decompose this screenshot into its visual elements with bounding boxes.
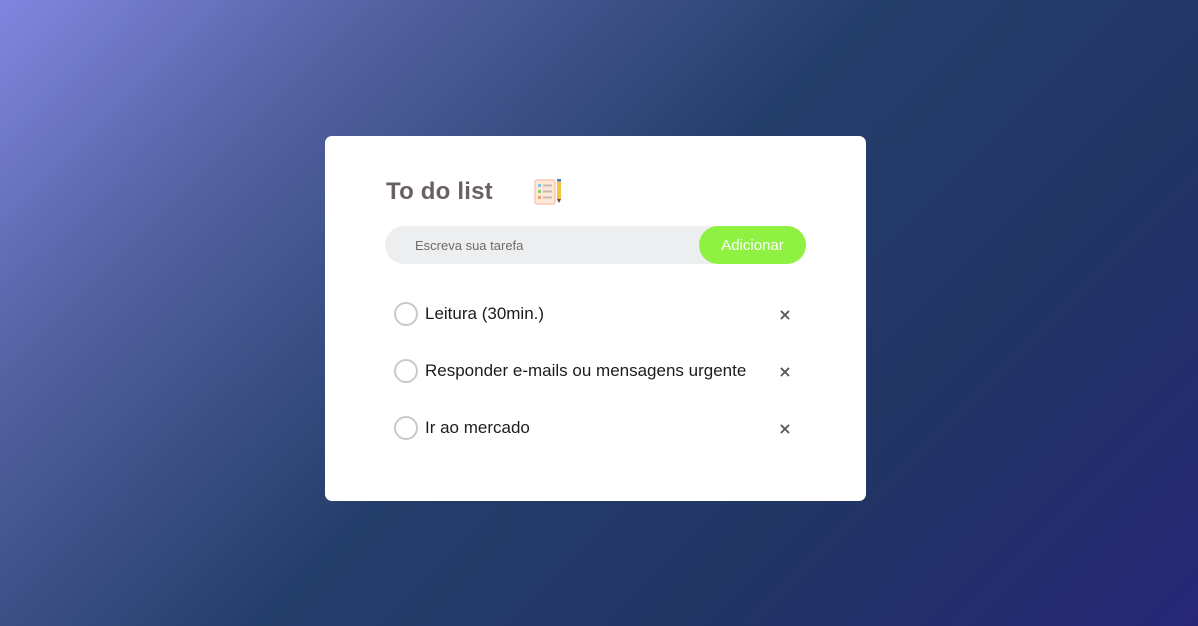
add-button[interactable]: Adicionar [699,226,806,264]
close-icon[interactable]: × [773,357,797,385]
task-list: Leitura (30min.) × Responder e-mails ou … [393,300,803,471]
task-input[interactable] [385,226,695,264]
task-text[interactable]: Responder e-mails ou mensagens urgente [425,361,746,381]
page-title: To do list [386,178,493,205]
task-item: Ir ao mercado × [393,414,803,442]
task-item: Responder e-mails ou mensagens urgente × [393,357,803,385]
task-text[interactable]: Leitura (30min.) [425,304,544,324]
task-checkbox[interactable] [394,359,418,383]
close-icon[interactable]: × [773,414,797,442]
task-text[interactable]: Ir ao mercado [425,418,530,438]
add-task-form: Adicionar [385,226,806,264]
todo-card: To do list Adicionar Leitura (30min.) × [325,136,866,501]
header: To do list [386,176,563,208]
notepad-checklist-icon [533,178,563,206]
close-icon[interactable]: × [773,300,797,328]
task-checkbox[interactable] [394,416,418,440]
task-checkbox[interactable] [394,302,418,326]
task-item: Leitura (30min.) × [393,300,803,328]
